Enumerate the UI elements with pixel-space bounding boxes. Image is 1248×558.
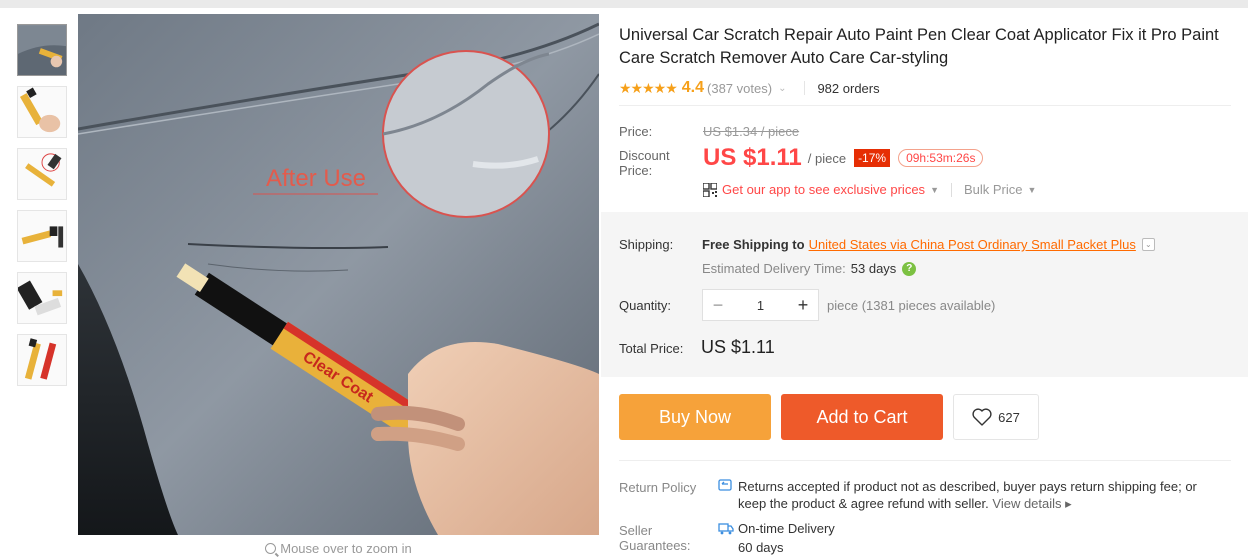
discount-badge: -17% <box>854 149 891 167</box>
on-time-delivery: On-time Delivery <box>718 521 835 536</box>
zoom-hint-text: Mouse over to zoom in <box>280 541 412 556</box>
on-time-delivery-text: On-time Delivery <box>738 521 835 536</box>
shipping-info: Free Shipping to United States via China… <box>702 237 1155 252</box>
thumbnail-2[interactable] <box>17 86 67 138</box>
thumbnail-4[interactable] <box>17 210 67 262</box>
magnifier-icon <box>265 543 277 554</box>
quantity-label: Quantity: <box>619 298 672 313</box>
current-price: US $1.11 <box>703 144 802 171</box>
star-rating-icon: ★★★★★ <box>619 79 678 96</box>
shipping-label: Shipping: <box>619 237 674 252</box>
total-price-value: US $1.11 <box>701 337 775 357</box>
image-caption: After Use <box>266 165 366 192</box>
increment-button[interactable]: + <box>788 295 818 316</box>
free-shipping-text: Free Shipping to <box>702 237 805 252</box>
wishlist-button[interactable]: 627 <box>953 394 1039 440</box>
discount-price-line: US $1.11 / piece -17% 09h:53m:26s <box>703 144 984 172</box>
product-title: Universal Car Scratch Repair Auto Paint … <box>619 26 1219 67</box>
help-icon[interactable]: ? <box>902 261 917 276</box>
view-details-link[interactable]: View details ▸ <box>992 496 1071 511</box>
availability-text: piece (1381 pieces available) <box>827 298 996 313</box>
add-to-cart-button[interactable]: Add to Cart <box>781 394 943 440</box>
original-price: US $1.34 / piece <box>703 124 800 139</box>
wishlist-count: 627 <box>998 409 1020 425</box>
discount-price-label: Discount Price: <box>619 148 670 178</box>
qr-code-icon <box>703 182 717 197</box>
return-policy-text: Returns accepted if product not as descr… <box>738 479 1197 511</box>
bulk-price-dropdown[interactable]: Bulk Price <box>964 182 1023 197</box>
divider <box>619 460 1231 461</box>
chevron-down-icon[interactable]: ⌄ <box>778 83 786 94</box>
quantity-input[interactable]: 1 <box>733 298 788 313</box>
thumbnail-5[interactable] <box>17 272 67 324</box>
divider <box>804 81 806 95</box>
app-promo-link[interactable]: Get our app to see exclusive prices <box>722 182 925 197</box>
quantity-stepper: − 1 + <box>702 289 819 321</box>
top-bar <box>0 0 1248 8</box>
thumbnail-3[interactable] <box>17 148 67 200</box>
estimated-delivery-days: 53 days <box>850 261 897 276</box>
main-product-image[interactable]: After Use Clear Coat <box>78 14 599 535</box>
estimated-delivery-label: Estimated Delivery Time: <box>702 261 846 276</box>
thumbnail-1[interactable] <box>17 24 67 76</box>
return-icon <box>718 478 738 512</box>
price-label: Price: <box>619 124 653 139</box>
return-policy-label: Return Policy <box>619 480 697 495</box>
caret-down-icon[interactable]: ▼ <box>1028 185 1037 195</box>
estimated-delivery: Estimated Delivery Time: 53 days ? <box>702 261 917 276</box>
orders-count: 982 orders <box>817 80 880 96</box>
heart-icon <box>972 408 992 426</box>
shipping-destination-link[interactable]: United States via China Post Ordinary Sm… <box>809 237 1136 252</box>
rating-value: 4.4 <box>681 79 705 96</box>
divider <box>950 182 952 197</box>
rating-row: ★★★★★ 4.4 (387 votes) ⌄ 982 orders <box>619 78 1239 98</box>
buy-now-button[interactable]: Buy Now <box>619 394 771 440</box>
delivery-truck-icon <box>718 523 734 535</box>
on-time-delivery-days: 60 days <box>738 540 784 555</box>
countdown-timer: 09h:53m:26s <box>898 149 984 167</box>
return-policy: Returns accepted if product not as descr… <box>718 478 1218 512</box>
per-piece-label: / piece <box>807 150 847 166</box>
thumbnail-list <box>17 24 69 396</box>
total-price-label: Total Price: <box>619 341 684 356</box>
zoom-hint: Mouse over to zoom in <box>78 541 599 556</box>
decrement-button[interactable]: − <box>703 295 733 316</box>
product-header: Universal Car Scratch Repair Auto Paint … <box>619 24 1239 98</box>
chevron-down-icon[interactable]: ⌄ <box>1141 238 1155 251</box>
app-promo-line: Get our app to see exclusive prices ▼ Bu… <box>703 182 1036 197</box>
thumbnail-6[interactable] <box>17 334 67 386</box>
divider <box>619 105 1231 106</box>
caret-down-icon[interactable]: ▼ <box>930 185 939 195</box>
votes-count[interactable]: (387 votes) <box>707 81 772 96</box>
seller-guarantees-label: Seller Guarantees: <box>619 523 691 553</box>
